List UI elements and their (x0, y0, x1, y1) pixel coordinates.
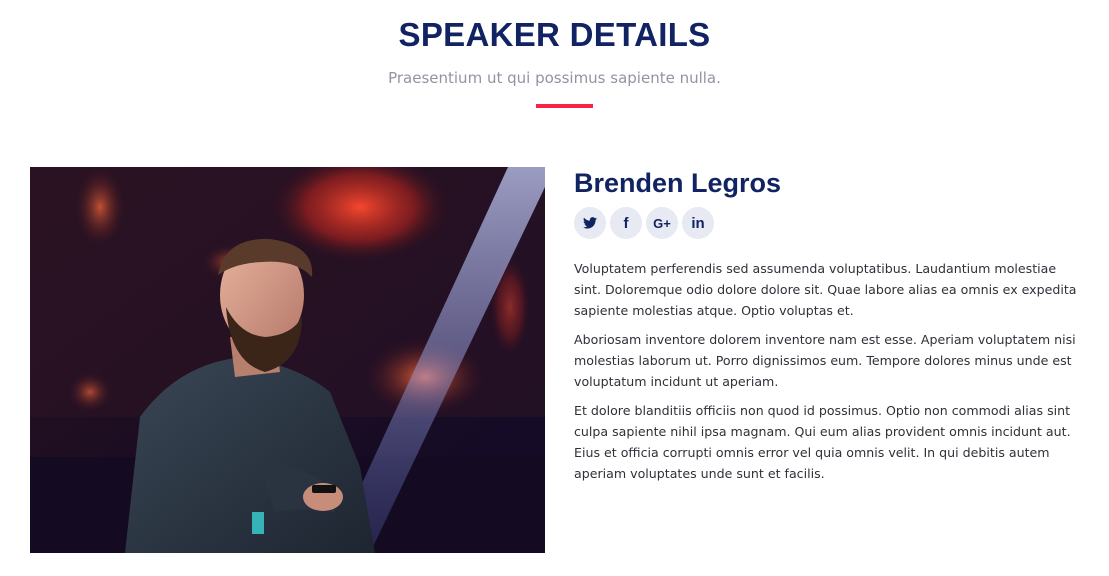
google-plus-link[interactable]: G+ (646, 207, 678, 239)
bio-paragraph: Et dolore blanditiis officiis non quod i… (574, 403, 1071, 481)
speaker-bio: Voluptatem perferendis sed assumenda vol… (574, 258, 1084, 484)
facebook-icon: f (623, 214, 629, 232)
linkedin-icon: in (691, 214, 705, 232)
section-title: SPEAKER DETAILS (398, 16, 711, 53)
facebook-link[interactable]: f (610, 207, 642, 239)
bio-paragraph: Voluptatem perferendis sed assumenda vol… (574, 261, 1077, 318)
bio-paragraph: Aboriosam inventore dolorem inventore na… (574, 332, 1076, 389)
speaker-details: Brenden Legros f G+ in Voluptatem perfer… (574, 166, 1084, 492)
title-underline (536, 104, 593, 108)
twitter-link[interactable] (574, 207, 606, 239)
speaker-name: Brenden Legros (574, 168, 782, 198)
section-subtitle: Praesentium ut qui possimus sapiente nul… (388, 69, 721, 87)
linkedin-link[interactable]: in (682, 207, 714, 239)
social-links: f G+ in (574, 207, 1084, 241)
google-plus-icon: G+ (653, 215, 671, 231)
speaker-photo (30, 167, 545, 553)
speaker-photo-image (30, 167, 545, 553)
twitter-icon (583, 217, 597, 229)
